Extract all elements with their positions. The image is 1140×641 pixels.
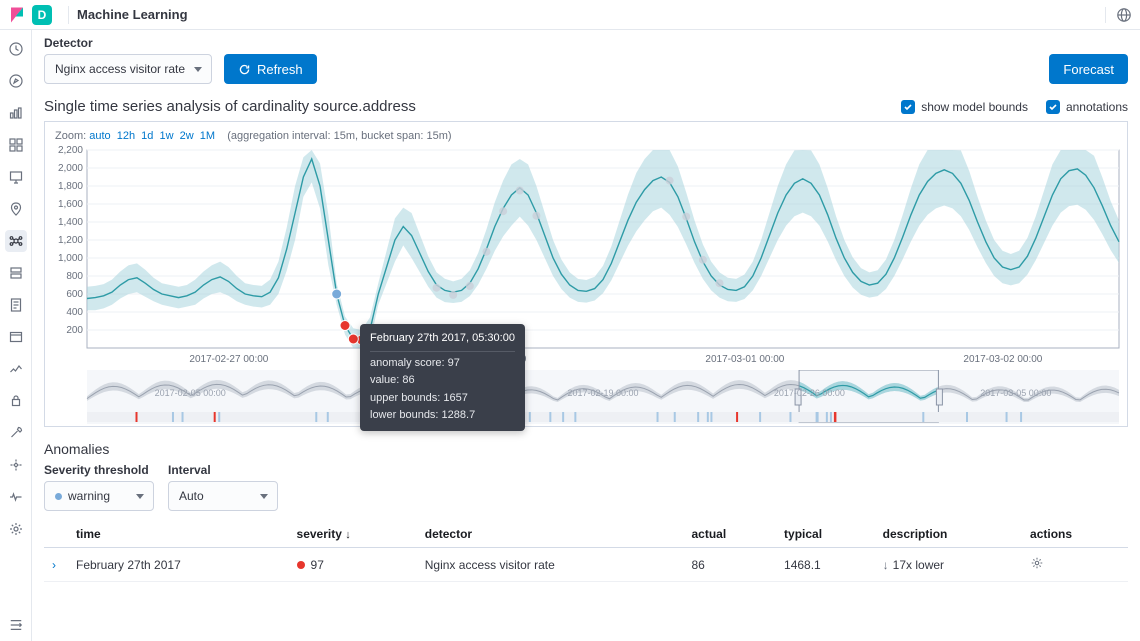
refresh-button[interactable]: Refresh xyxy=(224,54,317,84)
nav-ml-icon[interactable] xyxy=(5,230,27,252)
col-description[interactable]: description xyxy=(875,521,1022,548)
kibana-logo[interactable] xyxy=(8,6,26,24)
svg-text:800: 800 xyxy=(66,271,83,282)
nav-dashboard-icon[interactable] xyxy=(5,134,27,156)
detector-label: Detector xyxy=(44,36,212,50)
interval-select[interactable]: Auto xyxy=(168,481,278,511)
app-title: Machine Learning xyxy=(77,7,188,22)
svg-text:1,000: 1,000 xyxy=(58,253,83,264)
chart-container: Zoom: auto 12h 1d 1w 2w 1M (aggregation … xyxy=(44,121,1128,427)
zoom-link[interactable]: auto xyxy=(89,130,110,142)
table-row[interactable]: › February 27th 2017 97 Nginx access vis… xyxy=(44,548,1128,582)
nav-discover-icon[interactable] xyxy=(5,70,27,92)
svg-text:1,200: 1,200 xyxy=(58,235,83,246)
newsfeed-icon[interactable] xyxy=(1105,7,1132,23)
svg-text:400: 400 xyxy=(66,307,83,318)
interval-label: Interval xyxy=(168,463,278,477)
nav-devtools-icon[interactable] xyxy=(5,422,27,444)
svg-text:1,800: 1,800 xyxy=(58,181,83,192)
svg-text:1,400: 1,400 xyxy=(58,217,83,228)
nav-recent-icon[interactable] xyxy=(5,38,27,60)
zoom-bar: Zoom: auto 12h 1d 1w 2w 1M (aggregation … xyxy=(51,128,1121,146)
svg-text:2017-03-05 00:00: 2017-03-05 00:00 xyxy=(980,388,1051,398)
nav-uptime-icon[interactable] xyxy=(5,358,27,380)
col-actions[interactable]: actions xyxy=(1022,521,1128,548)
svg-text:1,600: 1,600 xyxy=(58,199,83,210)
svg-text:2017-02-05 00:00: 2017-02-05 00:00 xyxy=(155,388,226,398)
detector-select[interactable]: Nginx access visitor rate xyxy=(44,54,212,84)
svg-text:2017-03-01 00:00: 2017-03-01 00:00 xyxy=(705,354,784,365)
main-chart[interactable]: 200 400 600 800 1,000 1,200 1,400 1,600 1,800 2,0… xyxy=(51,146,1123,366)
col-actual[interactable]: actual xyxy=(683,521,776,548)
col-detector[interactable]: detector xyxy=(417,521,684,548)
col-time[interactable]: time xyxy=(68,521,289,548)
nav-siem-icon[interactable] xyxy=(5,390,27,412)
svg-text:2,200: 2,200 xyxy=(58,146,83,156)
chart-tooltip: February 27th 2017, 05:30:00 anomaly sco… xyxy=(360,324,525,431)
collapse-nav-icon[interactable] xyxy=(6,615,26,635)
zoom-link[interactable]: 2w xyxy=(180,130,194,142)
nav-stack-icon[interactable] xyxy=(5,454,27,476)
sidenav xyxy=(0,30,32,641)
context-chart[interactable]: 2017-02-05 00:002017-02-12 00:002017-02-… xyxy=(51,370,1123,424)
show-model-bounds-checkbox[interactable]: show model bounds xyxy=(901,100,1028,114)
nav-management-icon[interactable] xyxy=(5,518,27,540)
nav-monitoring-icon[interactable] xyxy=(5,486,27,508)
nav-apm-icon[interactable] xyxy=(5,326,27,348)
annotations-checkbox[interactable]: annotations xyxy=(1046,100,1128,114)
col-severity[interactable]: severity ↓ xyxy=(289,521,417,548)
svg-text:2,000: 2,000 xyxy=(58,163,83,174)
row-actions-icon[interactable] xyxy=(1022,548,1128,582)
chart-title: Single time series analysis of cardinali… xyxy=(44,98,416,115)
nav-canvas-icon[interactable] xyxy=(5,166,27,188)
svg-text:2017-03-02 00:00: 2017-03-02 00:00 xyxy=(963,354,1042,365)
severity-threshold-label: Severity threshold xyxy=(44,463,154,477)
space-badge[interactable]: D xyxy=(32,5,52,25)
zoom-link[interactable]: 12h xyxy=(117,130,135,142)
severity-threshold-select[interactable]: warning xyxy=(44,481,154,511)
anomalies-title: Anomalies xyxy=(44,441,1128,457)
svg-text:2017-02-26 00:00: 2017-02-26 00:00 xyxy=(774,388,845,398)
nav-infra-icon[interactable] xyxy=(5,262,27,284)
zoom-link[interactable]: 1M xyxy=(200,130,215,142)
svg-text:2017-02-19 00:00: 2017-02-19 00:00 xyxy=(567,388,638,398)
expand-row-icon[interactable]: › xyxy=(44,548,68,582)
svg-text:200: 200 xyxy=(66,325,83,336)
forecast-button[interactable]: Forecast xyxy=(1049,54,1128,84)
svg-text:600: 600 xyxy=(66,289,83,300)
zoom-link[interactable]: 1d xyxy=(141,130,153,142)
nav-logs-icon[interactable] xyxy=(5,294,27,316)
zoom-link[interactable]: 1w xyxy=(159,130,173,142)
anomalies-table: time severity ↓ detector actual typical … xyxy=(44,521,1128,582)
nav-maps-icon[interactable] xyxy=(5,198,27,220)
svg-text:2017-02-27 00:00: 2017-02-27 00:00 xyxy=(189,354,268,365)
nav-visualize-icon[interactable] xyxy=(5,102,27,124)
col-typical[interactable]: typical xyxy=(776,521,875,548)
